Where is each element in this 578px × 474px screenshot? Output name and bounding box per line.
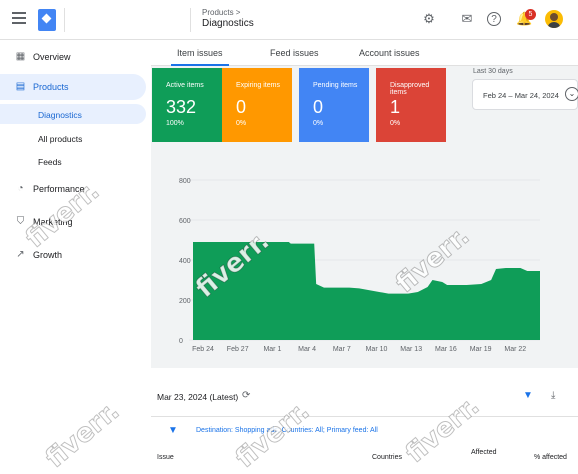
page-title: Diagnostics: [202, 18, 254, 29]
sidebar-item-label: Growth: [33, 250, 63, 260]
filter-destination: Shopping ads: [234, 427, 278, 434]
sidebar-subitem-label: Diagnostics: [38, 110, 82, 120]
y-tick-label: 200: [179, 298, 191, 305]
menu-icon[interactable]: [12, 12, 26, 24]
card-value: 332: [166, 97, 197, 117]
sidebar-item-growth[interactable]: ↗ Growth: [0, 242, 146, 268]
sidebar: ▦ Overview ▤ Products Diagnostics All pr…: [0, 40, 150, 459]
card-title: Disapproved items: [390, 82, 430, 96]
card-percent: 0%: [236, 120, 247, 127]
breadcrumb[interactable]: Products >: [202, 8, 240, 17]
tab-item-issues[interactable]: Item issues: [171, 48, 228, 66]
filter-label: ; Primary feed:: [322, 427, 369, 434]
date-range-picker: Last 30 days Feb 24 – Mar 24, 2024 ⌄: [472, 68, 578, 120]
main-content: Item issues Feed issues Account issues A…: [151, 40, 578, 461]
sidebar-item-label: Marketing: [33, 217, 73, 227]
tab-account-issues[interactable]: Account issues: [359, 48, 420, 58]
sidebar-subitem-label: Feeds: [38, 157, 62, 167]
x-tick-label: Mar 4: [298, 346, 316, 353]
card-value: 0: [236, 97, 247, 117]
x-tick-label: Mar 10: [366, 346, 388, 353]
mail-icon[interactable]: ✉: [459, 11, 475, 27]
refresh-icon[interactable]: ⟳: [242, 390, 250, 401]
column-countries[interactable]: Countries: [372, 454, 402, 461]
x-tick-label: Mar 1: [263, 346, 281, 353]
card-percent: 0%: [313, 120, 324, 127]
merchant-center-logo[interactable]: [38, 9, 56, 31]
card-value: 0: [313, 97, 324, 117]
card-percent: 0%: [390, 120, 401, 127]
date-range-label: Last 30 days: [473, 68, 513, 75]
issues-panel: Mar 23, 2024 (Latest) ⟳ ▼ ⤓ ▼ Destinatio…: [151, 368, 578, 461]
download-icon[interactable]: ⤓: [551, 390, 555, 401]
column-percent-affected[interactable]: % affected: [534, 454, 567, 461]
card-disapproved-items[interactable]: Disapproved items 1 0%: [376, 68, 446, 142]
sidebar-subitem-label: All products: [38, 134, 83, 144]
card-title: Expiring items: [236, 82, 280, 89]
sidebar-subitem-diagnostics[interactable]: Diagnostics: [0, 104, 146, 124]
chevron-down-icon[interactable]: ⌄: [565, 87, 578, 101]
filter-label: ; Countries:: [277, 427, 314, 434]
column-affected[interactable]: Affected: [471, 449, 497, 456]
card-percent: 100%: [166, 120, 184, 127]
notification-badge: 5: [525, 9, 536, 20]
card-title: Active items: [166, 82, 204, 89]
overview-icon: ▦: [15, 51, 26, 62]
x-tick-label: Mar 19: [470, 346, 492, 353]
sidebar-item-products[interactable]: ▤ Products: [0, 74, 146, 100]
help-icon[interactable]: ?: [487, 12, 501, 26]
divider: [151, 416, 578, 417]
growth-icon: ↗: [16, 249, 25, 260]
tab-feed-issues[interactable]: Feed issues: [270, 48, 319, 58]
gear-icon[interactable]: ⚙: [421, 11, 437, 27]
items-chart: 0 200 400 600 800 Feb 24 Feb 27 Mar 1 Mar 4 Mar 7…: [151, 158, 578, 356]
x-tick-label: Mar 7: [333, 346, 351, 353]
performance-icon: ◔: [17, 183, 24, 194]
filter-countries: All: [315, 427, 323, 434]
sidebar-item-marketing[interactable]: ⛉ Marketing: [0, 209, 146, 235]
filter-icon[interactable]: ▼: [523, 390, 533, 401]
x-tick-label: Feb 27: [227, 346, 249, 353]
card-title: Pending items: [313, 82, 358, 89]
y-tick-label: 400: [179, 258, 191, 265]
date-range-button[interactable]: Feb 24 – Mar 24, 2024 ⌄: [472, 79, 578, 110]
marketing-icon: ⛉: [16, 216, 25, 227]
card-value: 1: [390, 97, 401, 117]
tab-bar: Item issues Feed issues Account issues: [151, 40, 578, 66]
sidebar-subitem-feeds[interactable]: Feeds: [0, 151, 146, 171]
card-active-items[interactable]: Active items 332 100%: [152, 68, 222, 142]
products-icon: ▤: [15, 81, 26, 92]
items-area-chart: 0 200 400 600 800 Feb 24 Feb 27 Mar 1 Mar 4 Mar 7…: [179, 178, 540, 353]
sidebar-item-label: Performance: [33, 184, 85, 194]
top-app-bar: Products > Diagnostics ⚙ ✉ ? 🔔 5: [0, 0, 578, 40]
card-expiring-items[interactable]: Expiring items 0 0%: [222, 68, 292, 142]
avatar[interactable]: [545, 10, 563, 28]
active-filters[interactable]: Destination: Shopping ads; Countries: Al…: [196, 427, 378, 434]
x-tick-label: Mar 22: [504, 346, 526, 353]
x-tick-label: Feb 24: [192, 346, 214, 353]
filter-icon[interactable]: ▼: [168, 425, 178, 436]
y-tick-label: 0: [179, 338, 183, 345]
x-tick-label: Mar 13: [400, 346, 422, 353]
filter-label: Destination:: [196, 427, 233, 434]
filter-feed: All: [369, 427, 378, 434]
divider: [190, 8, 191, 32]
y-tick-label: 800: [179, 178, 191, 185]
date-range-value: Feb 24 – Mar 24, 2024: [483, 91, 559, 100]
card-pending-items[interactable]: Pending items 0 0%: [299, 68, 369, 142]
column-issue[interactable]: Issue: [157, 454, 174, 461]
series-area-1[interactable]: [193, 242, 540, 340]
sidebar-item-label: Overview: [33, 52, 71, 62]
sidebar-item-overview[interactable]: ▦ Overview: [0, 44, 146, 70]
snapshot-date: Mar 23, 2024 (Latest): [157, 392, 239, 402]
sidebar-subitem-all-products[interactable]: All products: [0, 128, 146, 148]
divider: [64, 8, 65, 32]
y-tick-label: 600: [179, 218, 191, 225]
x-tick-label: Mar 16: [435, 346, 457, 353]
sidebar-item-performance[interactable]: ◔ Performance: [0, 176, 146, 202]
sidebar-item-label: Products: [33, 82, 69, 92]
